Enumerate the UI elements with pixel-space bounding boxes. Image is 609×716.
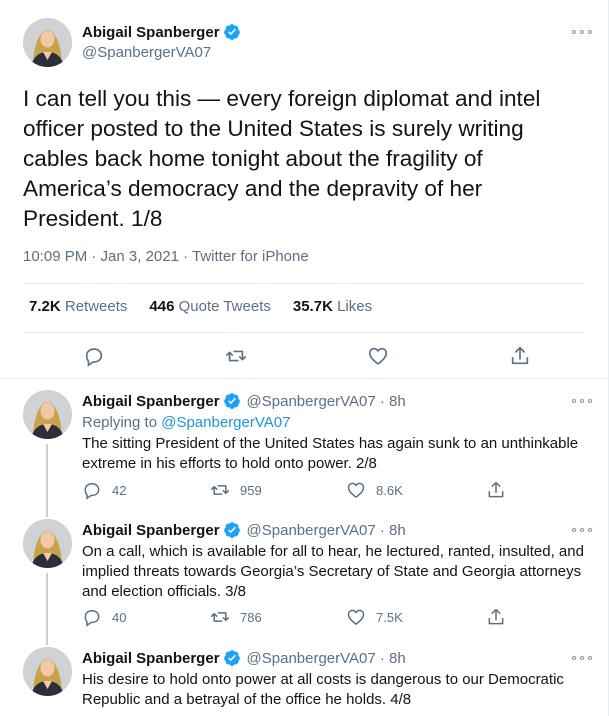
retweet-icon[interactable] xyxy=(225,345,247,367)
quote-tweets-count: 446 xyxy=(149,298,175,315)
share-action[interactable] xyxy=(486,480,516,500)
display-name[interactable]: Abigail Spanberger xyxy=(82,24,220,41)
retweet-count: 786 xyxy=(240,609,262,625)
author-name-row[interactable]: Abigail Spanberger xyxy=(82,23,241,41)
avatar-image xyxy=(23,519,72,568)
display-name[interactable]: Abigail Spanberger xyxy=(82,393,220,410)
thread-tweet[interactable]: Abigail Spanberger @SpanbergerVA07 · 8h … xyxy=(0,380,608,507)
tweet-timestamp[interactable]: 10:09 PM · Jan 3, 2021 · Twitter for iPh… xyxy=(23,248,309,265)
tweet-text: On a call, which is available for all to… xyxy=(82,543,584,600)
avatar[interactable] xyxy=(23,18,72,67)
tweet-actions xyxy=(0,340,608,372)
verified-badge-icon xyxy=(223,392,241,410)
retweets-stat[interactable]: 7.2K Retweets xyxy=(29,298,127,315)
reply-action[interactable]: 40 xyxy=(82,607,126,627)
handle-and-time[interactable]: @SpanbergerVA07 · 8h xyxy=(247,393,406,410)
replying-to: Replying to @SpanbergerVA07 xyxy=(82,414,290,431)
reply-icon[interactable] xyxy=(83,345,105,367)
tweet-header: Abigail Spanberger @SpanbergerVA07 · 8h xyxy=(82,392,406,410)
replying-prefix: Replying to xyxy=(82,414,162,431)
tweet-text: I can tell you this — every foreign dipl… xyxy=(23,86,541,231)
verified-badge-icon xyxy=(223,649,241,667)
thread-line xyxy=(46,635,48,645)
share-action[interactable] xyxy=(486,607,516,627)
display-name[interactable]: Abigail Spanberger xyxy=(82,522,220,539)
reply-count: 42 xyxy=(112,482,127,498)
share-icon xyxy=(488,608,504,625)
thread-line xyxy=(46,444,48,507)
avatar-image xyxy=(23,18,72,67)
avatar-image xyxy=(23,390,72,439)
retweets-label: Retweets xyxy=(64,298,128,315)
divider xyxy=(23,283,585,284)
replying-to-mention[interactable]: @SpanbergerVA07 xyxy=(161,414,290,431)
likes-count: 35.7K xyxy=(292,298,333,315)
tweet-actions: 40 786 7.5K xyxy=(82,607,522,629)
more-icon[interactable] xyxy=(572,652,592,664)
reply-icon xyxy=(84,483,100,500)
retweets-count: 7.2K xyxy=(29,298,61,315)
quote-tweets-label: Quote Tweets xyxy=(178,298,271,315)
retweet-action[interactable]: 959 xyxy=(210,480,262,500)
thread-line xyxy=(46,507,48,517)
retweet-count: 959 xyxy=(240,482,262,498)
reply-action[interactable]: 42 xyxy=(82,480,126,500)
more-icon[interactable] xyxy=(572,524,592,536)
like-action[interactable]: 8.6K xyxy=(346,480,403,500)
retweet-action[interactable]: 786 xyxy=(210,607,262,627)
tweet-thread: Abigail Spanberger @SpanbergerVA07 I can… xyxy=(0,0,609,716)
display-name[interactable]: Abigail Spanberger xyxy=(82,650,220,667)
handle-and-time[interactable]: @SpanbergerVA07 · 8h xyxy=(247,522,406,539)
more-icon[interactable] xyxy=(572,26,592,38)
tweet-text: His desire to hold onto power at all cos… xyxy=(82,671,564,708)
like-icon xyxy=(347,609,365,625)
verified-badge-icon xyxy=(223,23,241,41)
tweet-header: Abigail Spanberger @SpanbergerVA07 · 8h xyxy=(82,649,406,667)
verified-badge-icon xyxy=(223,521,241,539)
tweet-text: The sitting President of the United Stat… xyxy=(82,435,579,472)
main-tweet: Abigail Spanberger @SpanbergerVA07 I can… xyxy=(0,0,608,379)
reply-count: 40 xyxy=(112,609,127,625)
more-icon[interactable] xyxy=(572,395,592,407)
avatar[interactable] xyxy=(23,390,72,439)
reply-icon xyxy=(84,610,100,627)
likes-label: Likes xyxy=(337,298,373,315)
retweet-icon xyxy=(210,485,230,495)
like-icon[interactable] xyxy=(367,345,389,367)
share-icon[interactable] xyxy=(509,345,531,367)
like-count: 7.5K xyxy=(376,609,403,625)
like-count: 8.6K xyxy=(376,482,403,498)
avatar[interactable] xyxy=(23,647,72,696)
thread-tweet[interactable]: Abigail Spanberger @SpanbergerVA07 · 8h … xyxy=(0,635,608,716)
author-handle[interactable]: @SpanbergerVA07 xyxy=(82,44,211,61)
tweet-header: Abigail Spanberger @SpanbergerVA07 · 8h xyxy=(82,521,406,539)
quote-tweets-stat[interactable]: 446 Quote Tweets xyxy=(149,298,270,315)
handle-and-time[interactable]: @SpanbergerVA07 · 8h xyxy=(247,650,406,667)
retweet-icon xyxy=(210,612,230,622)
like-action[interactable]: 7.5K xyxy=(346,607,403,627)
likes-stat[interactable]: 35.7K Likes xyxy=(293,298,372,315)
tweet-actions: 42 959 8.6K xyxy=(82,480,522,502)
avatar-image xyxy=(23,647,72,696)
tweet-stats: 7.2K Retweets 446 Quote Tweets 35.7K Lik… xyxy=(29,298,372,315)
thread-line xyxy=(46,573,48,635)
divider xyxy=(23,332,585,333)
like-icon xyxy=(347,482,365,498)
avatar[interactable] xyxy=(23,519,72,568)
thread-tweet[interactable]: Abigail Spanberger @SpanbergerVA07 · 8h … xyxy=(0,507,608,635)
share-icon xyxy=(488,481,504,498)
